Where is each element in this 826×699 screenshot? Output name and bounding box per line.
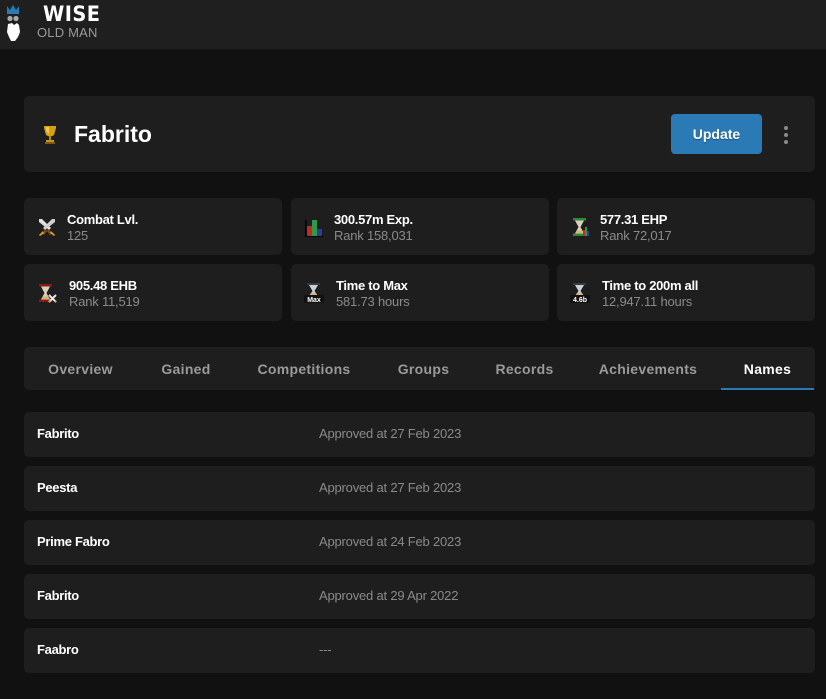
tab-competitions[interactable]: Competitions bbox=[235, 347, 373, 390]
stat-title: 905.48 EHB bbox=[69, 278, 137, 293]
logo-title: WISE bbox=[43, 2, 101, 26]
hourglass-max-icon: Max bbox=[303, 282, 325, 304]
tab-overview[interactable]: Overview bbox=[24, 347, 137, 390]
name-change-name: Fabrito bbox=[37, 588, 79, 603]
name-change-status: Approved at 27 Feb 2023 bbox=[319, 480, 462, 495]
tab-achievements[interactable]: Achievements bbox=[575, 347, 721, 390]
stat-value: Rank 158,031 bbox=[334, 228, 413, 243]
crossed-swords-icon bbox=[36, 216, 58, 238]
logo-subtitle: OLD MAN bbox=[37, 25, 98, 40]
tab-records[interactable]: Records bbox=[474, 347, 575, 390]
name-change-name: Prime Fabro bbox=[37, 534, 110, 549]
name-change-status: Approved at 29 Apr 2022 bbox=[319, 588, 459, 603]
update-button[interactable]: Update bbox=[671, 114, 762, 154]
player-name: Fabrito bbox=[74, 121, 152, 147]
svg-text:Max: Max bbox=[307, 297, 321, 304]
name-change-name: Fabrito bbox=[37, 426, 79, 441]
stat-value: Rank 72,017 bbox=[600, 228, 672, 243]
name-change-name: Faabro bbox=[37, 642, 79, 657]
stat-title: Time to 200m all bbox=[602, 278, 699, 293]
stat-value: 581.73 hours bbox=[336, 294, 410, 309]
stat-card-ehp: 577.31 EHP Rank 72,017 bbox=[557, 198, 815, 255]
list-item: Fabrito Approved at 27 Feb 2023 bbox=[24, 412, 815, 457]
wise-old-man-logo-icon[interactable] bbox=[4, 2, 24, 42]
more-options-button[interactable] bbox=[778, 124, 794, 146]
stat-title: Time to Max bbox=[336, 278, 408, 293]
hourglass-ehb-icon bbox=[36, 282, 58, 304]
top-navbar: WISE OLD MAN bbox=[0, 0, 826, 50]
hourglass-200m-icon: 4.6b bbox=[569, 282, 591, 304]
stat-title: 300.57m Exp. bbox=[334, 212, 413, 227]
stat-card-experience: 300.57m Exp. Rank 158,031 bbox=[291, 198, 549, 255]
stat-card-time-to-max: Max Time to Max 581.73 hours bbox=[291, 264, 549, 321]
stat-card-combat: Combat Lvl. 125 bbox=[24, 198, 282, 255]
tab-gained[interactable]: Gained bbox=[137, 347, 235, 390]
trophy-icon bbox=[42, 124, 58, 146]
name-change-name: Peesta bbox=[37, 480, 78, 495]
svg-text:4.6b: 4.6b bbox=[573, 297, 587, 304]
name-change-status: Approved at 27 Feb 2023 bbox=[319, 426, 462, 441]
player-header-card: Fabrito Update bbox=[24, 96, 815, 172]
stat-value: 125 bbox=[67, 228, 89, 243]
hourglass-ehp-icon bbox=[569, 216, 591, 238]
list-item: Prime Fabro Approved at 24 Feb 2023 bbox=[24, 520, 815, 565]
stat-card-ehb: 905.48 EHB Rank 11,519 bbox=[24, 264, 282, 321]
stat-title: Combat Lvl. bbox=[67, 212, 139, 227]
list-item: Faabro --- bbox=[24, 628, 815, 673]
profile-tabs: Overview Gained Competitions Groups Reco… bbox=[24, 347, 815, 390]
stat-title: 577.31 EHP bbox=[600, 212, 668, 227]
name-change-status: Approved at 24 Feb 2023 bbox=[319, 534, 462, 549]
list-item: Peesta Approved at 27 Feb 2023 bbox=[24, 466, 815, 511]
list-item: Fabrito Approved at 29 Apr 2022 bbox=[24, 574, 815, 619]
tab-names[interactable]: Names bbox=[721, 347, 814, 390]
stat-value: 12,947.11 hours bbox=[602, 294, 692, 309]
stat-card-time-to-200m: 4.6b Time to 200m all 12,947.11 hours bbox=[557, 264, 815, 321]
name-change-status: --- bbox=[319, 642, 332, 657]
tab-groups[interactable]: Groups bbox=[373, 347, 474, 390]
more-vertical-icon bbox=[784, 126, 788, 130]
stat-value: Rank 11,519 bbox=[69, 294, 140, 309]
bar-chart-icon bbox=[303, 216, 325, 238]
